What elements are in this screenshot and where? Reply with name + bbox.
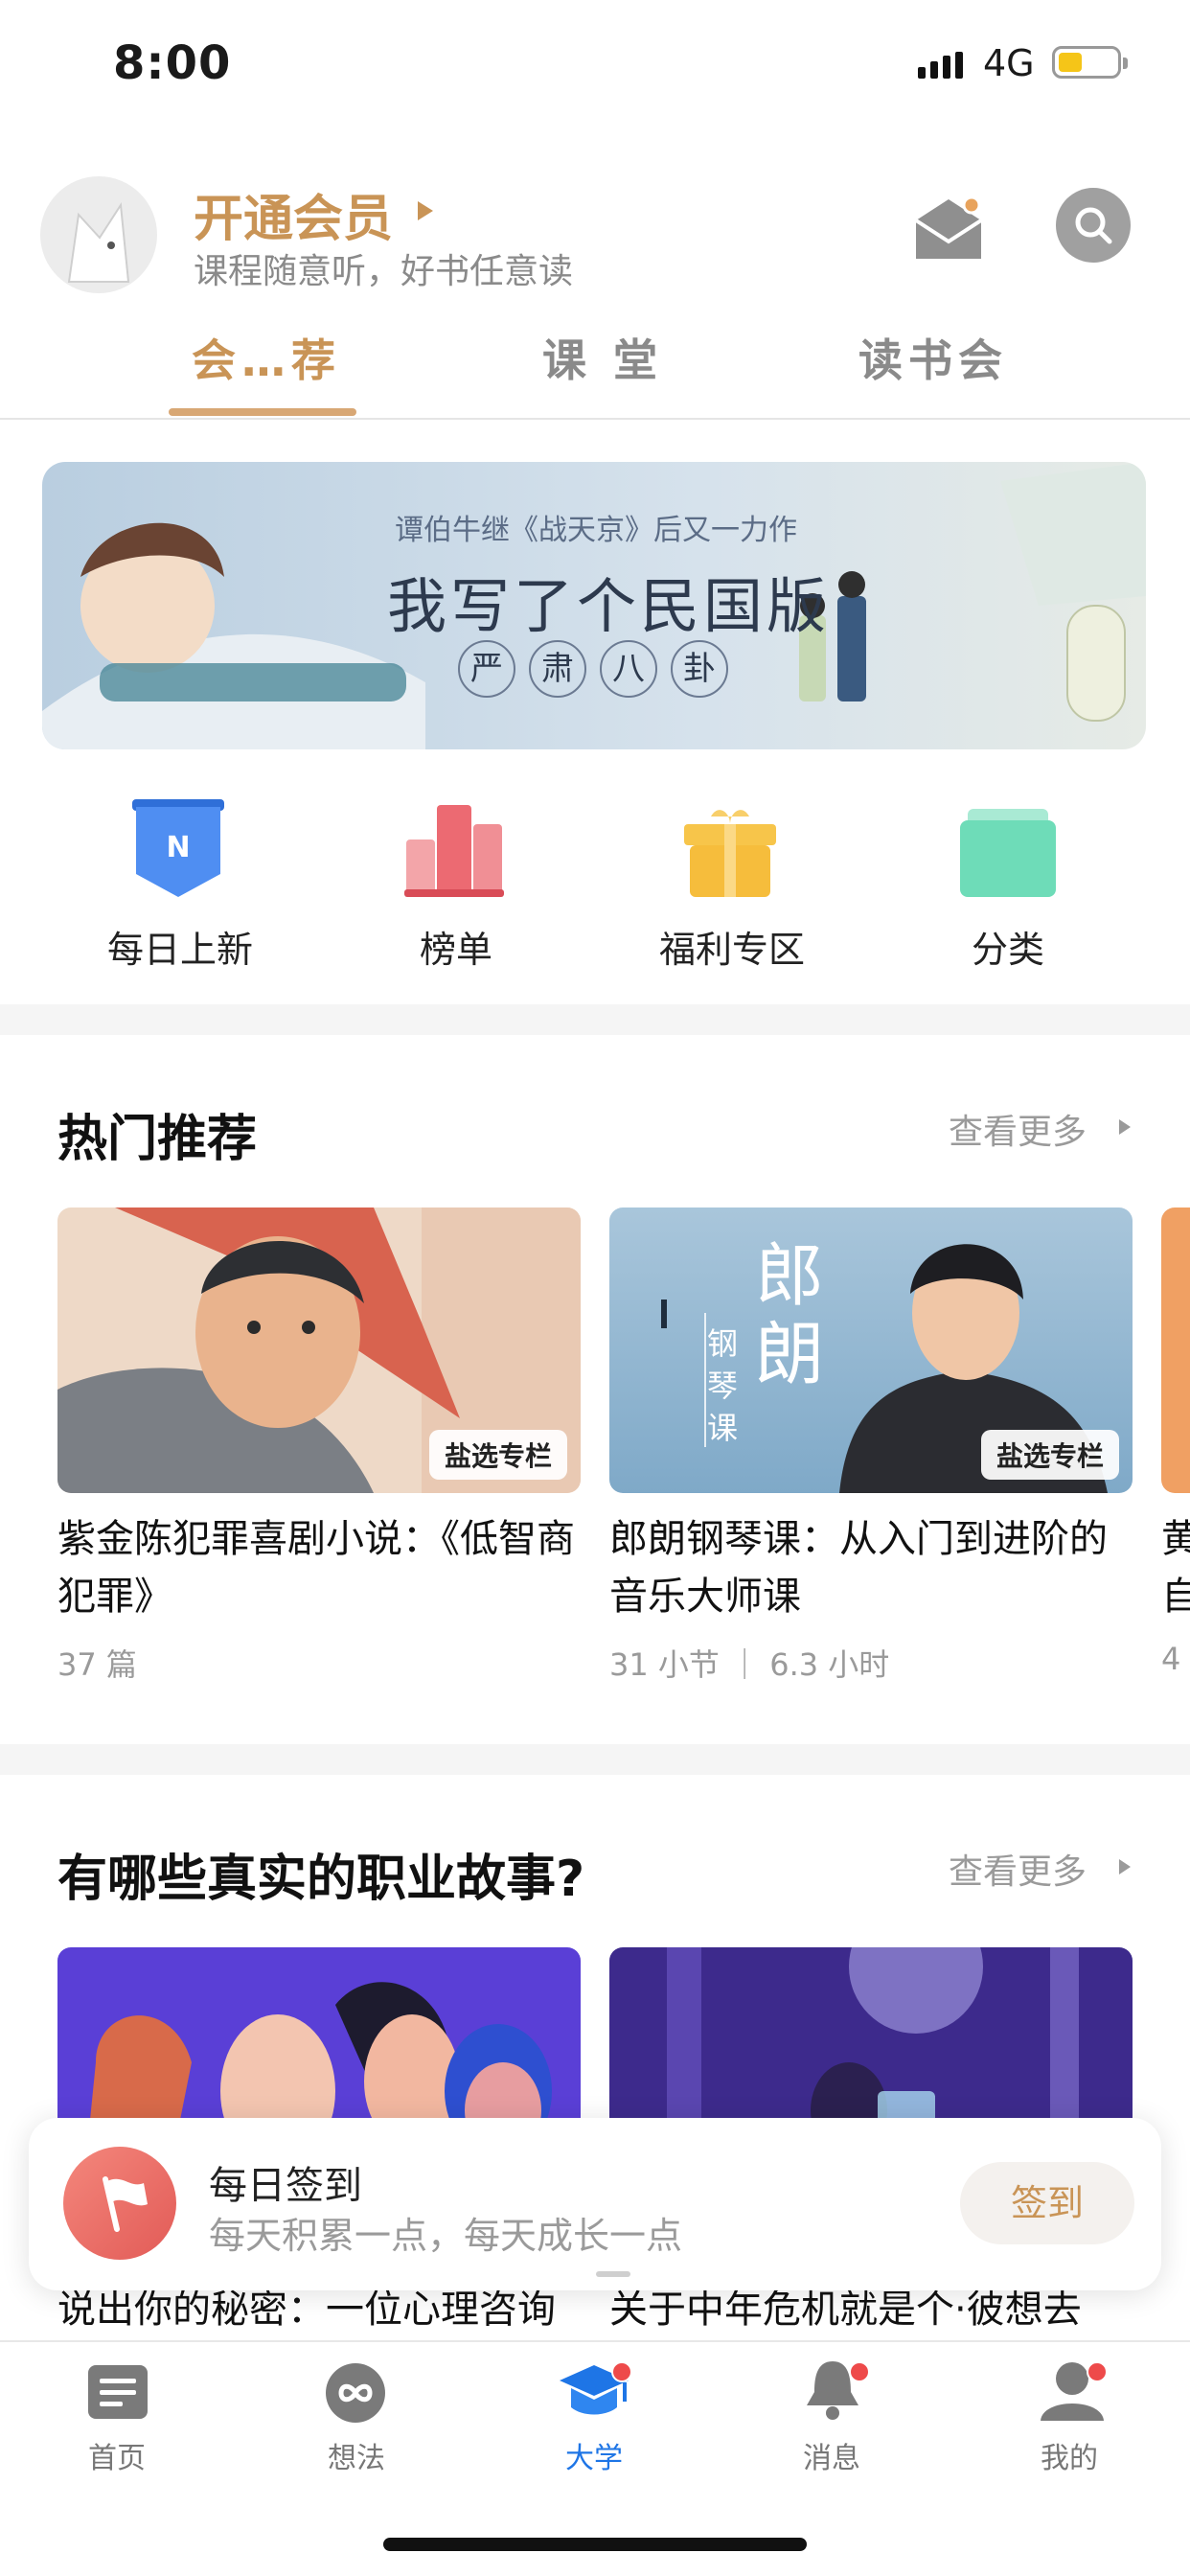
card-title[interactable]: 关于中年危机就是个·彼想去 xyxy=(609,2283,1133,2336)
triangle-right-icon xyxy=(1119,1859,1131,1874)
signin-subtitle: 每天积累一点，每天成长一点 xyxy=(209,2215,683,2257)
ranking-icon[interactable] xyxy=(404,801,504,903)
banner-chip: 肃 xyxy=(529,640,586,698)
triangle-right-icon xyxy=(1119,1119,1131,1135)
signin-button[interactable]: 签到 xyxy=(960,2162,1134,2244)
cover-subtitle: 钢琴课 xyxy=(707,1325,739,1446)
tab-ideas[interactable]: 想法 xyxy=(280,2434,433,2476)
card-title[interactable]: 紫金陈犯罪喜剧小说：《低智商犯罪》 xyxy=(57,1510,581,1625)
signal-icon xyxy=(918,52,966,79)
banner-chip: 八 xyxy=(600,640,657,698)
mail-icon[interactable] xyxy=(912,192,985,264)
see-more-link[interactable]: 查看更多 xyxy=(949,1844,1087,1894)
tab-home[interactable]: 首页 xyxy=(40,2434,194,2476)
tab-recommend[interactable]: 会…荐 xyxy=(192,326,341,389)
triangle-right-icon xyxy=(418,201,433,220)
status-time: 8:00 xyxy=(113,36,232,90)
home-indicator[interactable] xyxy=(383,2538,807,2551)
quick-link-ranking[interactable]: 榜单 xyxy=(341,920,571,973)
tab-me[interactable]: 我的 xyxy=(993,2434,1146,2476)
banner-chip: 严 xyxy=(458,640,515,698)
vip-subtitle: 课程随意听，好书任意读 xyxy=(194,252,574,291)
banner-title: 我写了个民国版 xyxy=(387,571,831,641)
gift-icon[interactable] xyxy=(682,803,778,903)
card-badge: 盐选专栏 xyxy=(428,1430,567,1480)
banner-kicker: 谭伯牛继《战天京》后又一力作 xyxy=(395,514,797,547)
ideas-icon[interactable] xyxy=(324,2361,387,2428)
card-title[interactable]: 郎朗钢琴课：从入门到进阶的音乐大师课 xyxy=(609,1510,1133,1625)
tab-classroom[interactable]: 课 堂 xyxy=(542,326,663,389)
cover-title: 郎朗 xyxy=(755,1235,825,1394)
signin-title: 每日签到 xyxy=(209,2164,362,2208)
section-title: 热门推荐 xyxy=(57,1111,258,1168)
card-meta: 4 xyxy=(1161,1641,1181,1677)
home-icon[interactable] xyxy=(86,2363,149,2425)
card-title[interactable]: 黄自 xyxy=(1161,1510,1190,1625)
quick-link-welfare[interactable]: 福利专区 xyxy=(617,920,847,973)
quick-link-daily-new[interactable]: 每日上新 xyxy=(65,920,295,973)
folder-icon[interactable] xyxy=(958,807,1058,903)
card-cover[interactable]: 郎朗 钢琴课 盐选专栏 xyxy=(609,1208,1133,1493)
vip-title[interactable]: 开通会员 xyxy=(194,178,393,250)
section-title: 有哪些真实的职业故事? xyxy=(57,1851,585,1908)
card-badge: 盐选专栏 xyxy=(980,1430,1119,1480)
search-icon[interactable] xyxy=(1056,188,1131,263)
tab-university[interactable]: 大学 xyxy=(517,2434,671,2476)
active-tab-indicator xyxy=(169,408,356,416)
network-label: 4G xyxy=(983,42,1035,84)
notification-dot xyxy=(611,2361,632,2382)
card-cover[interactable]: 盐选专栏 xyxy=(57,1208,581,1493)
notification-dot xyxy=(1087,2361,1108,2382)
new-daily-icon[interactable]: N xyxy=(130,797,226,903)
svg-text:N: N xyxy=(166,831,190,864)
notification-dot xyxy=(849,2361,870,2382)
avatar[interactable] xyxy=(40,176,157,293)
tab-messages[interactable]: 消息 xyxy=(755,2434,908,2476)
tab-book-club[interactable]: 读书会 xyxy=(858,326,1008,389)
flag-icon xyxy=(63,2147,176,2260)
drag-handle[interactable] xyxy=(596,2271,630,2277)
banner-chip: 卦 xyxy=(671,640,728,698)
see-more-link[interactable]: 查看更多 xyxy=(949,1104,1087,1154)
card-cover[interactable] xyxy=(1161,1208,1190,1493)
card-meta: 31 小节 ｜ 6.3 小时 xyxy=(609,1646,890,1683)
card-title[interactable]: 说出你的秘密：一位心理咨询师的人性记录 xyxy=(57,2283,581,2336)
battery-icon xyxy=(1052,46,1128,79)
quick-link-category[interactable]: 分类 xyxy=(893,920,1123,973)
card-meta: 37 篇 xyxy=(57,1646,137,1683)
